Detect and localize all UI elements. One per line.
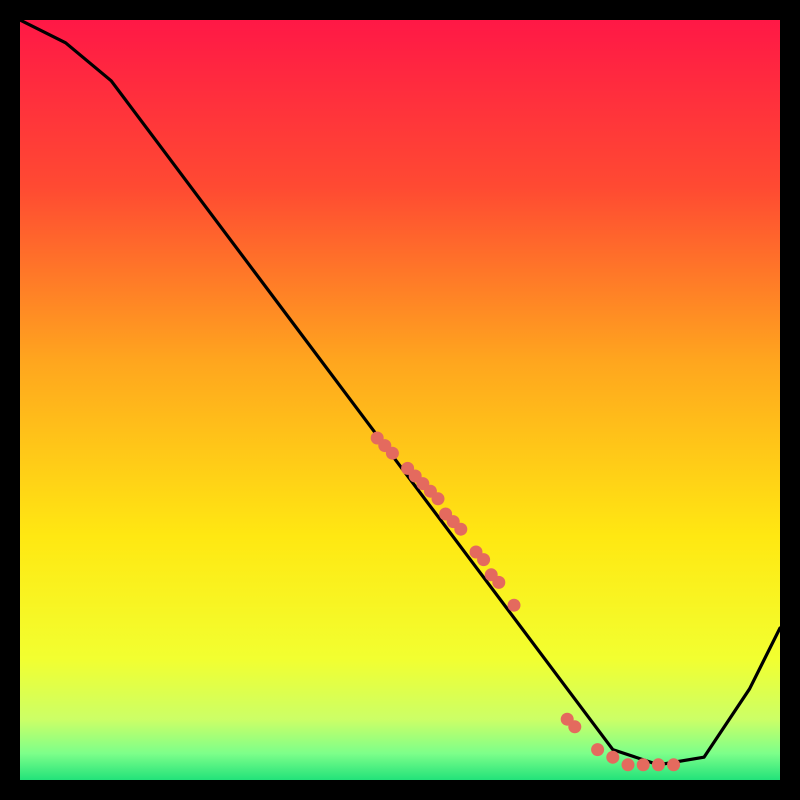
marker-dot bbox=[386, 447, 399, 460]
gradient-background bbox=[20, 20, 780, 780]
marker-dot bbox=[477, 553, 490, 566]
marker-dot bbox=[637, 758, 650, 771]
marker-dot bbox=[606, 751, 619, 764]
chart-frame: TheBottleneck.com bbox=[20, 20, 780, 780]
marker-dot bbox=[652, 758, 665, 771]
marker-dot bbox=[622, 758, 635, 771]
marker-dot bbox=[454, 523, 467, 536]
bottleneck-chart bbox=[20, 20, 780, 780]
marker-dot bbox=[568, 720, 581, 733]
marker-dot bbox=[492, 576, 505, 589]
marker-dot bbox=[667, 758, 680, 771]
marker-dot bbox=[591, 743, 604, 756]
marker-dot bbox=[508, 599, 521, 612]
marker-dot bbox=[432, 492, 445, 505]
